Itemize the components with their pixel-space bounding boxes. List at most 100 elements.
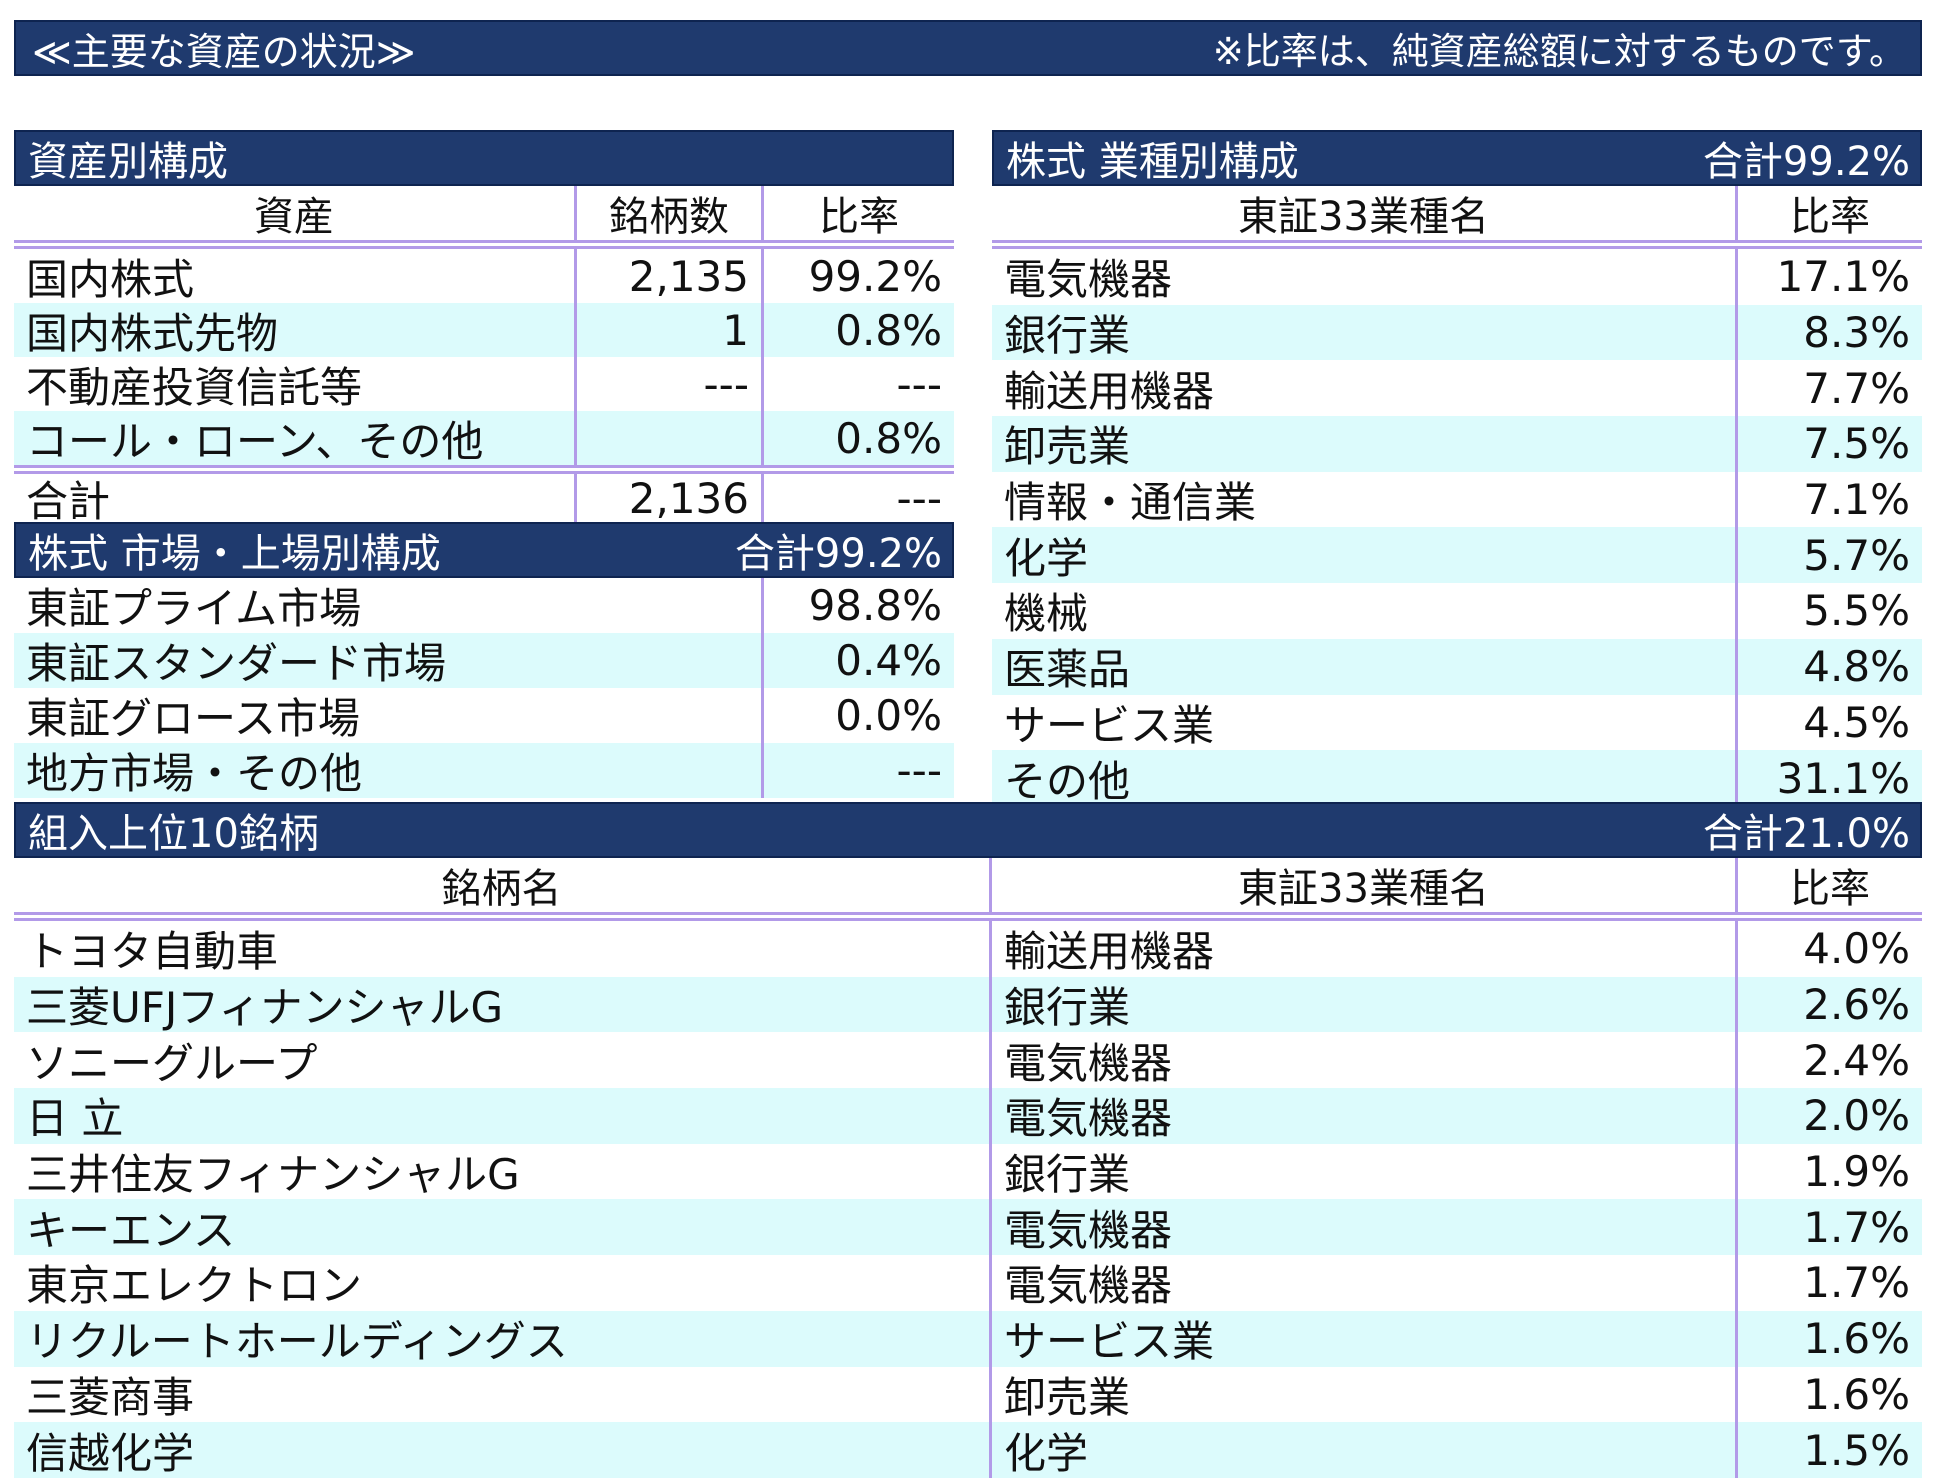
- market-ratio: 0.4%: [835, 636, 942, 685]
- holding-ratio: 2.4%: [1803, 1035, 1910, 1085]
- market-row: 東証プライム市場 98.8%: [14, 578, 954, 633]
- sector-name: 卸売業: [992, 416, 1738, 472]
- top10-total: 合計21.0%: [1702, 811, 1910, 857]
- sector-name: 輸送用機器: [992, 360, 1738, 417]
- market-composition-title: 株式 市場・上場別構成: [28, 531, 441, 577]
- total-divider: [14, 465, 954, 474]
- asset-composition-table: 資産別構成 資産 銘柄数 比率 国内株式 2,135 99.2% 国内株式先物 1 0.8…: [14, 130, 954, 522]
- market-name: 東証グロース市場: [14, 688, 764, 743]
- holding-row: 三井住友フィナンシャルG 銀行業 1.9%: [14, 1143, 1922, 1200]
- asset-total-row: 合計 2,136 ---: [14, 474, 954, 522]
- holding-row: リクルートホールディングス サービス業 1.6%: [14, 1310, 1922, 1367]
- market-composition-total: 合計99.2%: [734, 531, 942, 577]
- market-name: 東証プライム市場: [14, 578, 764, 633]
- sector-name: 電気機器: [992, 249, 1738, 305]
- holding-ratio: 2.0%: [1803, 1091, 1910, 1141]
- asset-row: 国内株式先物 1 0.8%: [14, 303, 954, 357]
- market-name: 地方市場・その他: [14, 743, 764, 798]
- holding-row: キーエンス 電気機器 1.7%: [14, 1199, 1922, 1256]
- sector-composition-table: 株式 業種別構成 合計99.2% 東証33業種名 比率 電気機器 17.1% 銀行業…: [992, 130, 1922, 806]
- asset-composition-header: 資産別構成: [14, 130, 954, 186]
- holding-sector: 銀行業: [992, 1143, 1738, 1200]
- asset-name: コール・ローン、その他: [14, 411, 577, 465]
- holding-sector: 電気機器: [992, 1199, 1738, 1256]
- holding-name: 日 立: [14, 1088, 992, 1144]
- sector-row: 銀行業 8.3%: [992, 304, 1922, 361]
- holding-ratio: 2.6%: [1803, 980, 1910, 1030]
- sector-composition-total: 合計99.2%: [1702, 139, 1910, 185]
- asset-name: 国内株式先物: [14, 303, 577, 357]
- holding-sector: 輸送用機器: [992, 921, 1738, 977]
- holding-sector: 卸売業: [992, 1366, 1738, 1423]
- holding-name: 三井住友フィナンシャルG: [14, 1143, 992, 1200]
- col-sector-ratio: 比率: [1790, 194, 1870, 240]
- holding-ratio: 1.6%: [1803, 1314, 1910, 1364]
- asset-column-headers: 資産 銘柄数 比率: [14, 186, 954, 240]
- asset-composition-title: 資産別構成: [28, 139, 228, 185]
- sector-ratio: 4.8%: [1803, 642, 1910, 692]
- holding-ratio: 1.7%: [1803, 1258, 1910, 1308]
- sector-composition-header: 株式 業種別構成 合計99.2%: [992, 130, 1922, 186]
- sector-row: 機械 5.5%: [992, 583, 1922, 639]
- holding-sector: サービス業: [992, 1310, 1738, 1367]
- top10-header: 組入上位10銘柄 合計21.0%: [14, 802, 1922, 858]
- market-composition-table: 株式 市場・上場別構成 合計99.2% 東証プライム市場 98.8% 東証スタンダー…: [14, 522, 954, 798]
- holding-row: 日 立電気機器 2.0%: [14, 1088, 1922, 1144]
- ratio-note: ※比率は、純資産総額に対するものです。: [1212, 30, 1906, 73]
- sector-ratio: 7.5%: [1803, 419, 1910, 469]
- asset-ratio: 0.8%: [835, 305, 942, 355]
- holding-name: ソニーグループ: [14, 1032, 992, 1089]
- asset-ratio: 0.8%: [835, 413, 942, 463]
- sector-row: サービス業 4.5%: [992, 694, 1922, 751]
- holding-name: 三菱商事: [14, 1366, 992, 1423]
- market-row: 東証スタンダード市場 0.4%: [14, 633, 954, 688]
- holding-row: 東京エレクトロン 電気機器 1.7%: [14, 1255, 1922, 1311]
- sector-row: 情報・通信業 7.1%: [992, 471, 1922, 528]
- col-name: 銘柄名: [14, 858, 992, 912]
- asset-count: [577, 411, 764, 465]
- market-ratio: 0.0%: [835, 691, 942, 740]
- asset-row: 不動産投資信託等 --- ---: [14, 357, 954, 411]
- holding-name: キーエンス: [14, 1199, 992, 1256]
- sector-name: 医薬品: [992, 638, 1738, 695]
- sector-row: 卸売業 7.5%: [992, 416, 1922, 472]
- total-ratio: ---: [896, 474, 942, 522]
- holding-row: ソニーグループ 電気機器 2.4%: [14, 1032, 1922, 1089]
- sector-name: 機械: [992, 583, 1738, 639]
- sector-ratio: 5.5%: [1803, 586, 1910, 636]
- sector-row: 医薬品 4.8%: [992, 638, 1922, 695]
- market-composition-header: 株式 市場・上場別構成 合計99.2%: [14, 522, 954, 578]
- holding-name: 東京エレクトロン: [14, 1255, 992, 1311]
- col-sector: 東証33業種名: [992, 186, 1738, 240]
- col-ratio: 比率: [819, 194, 899, 240]
- top10-column-headers: 銘柄名 東証33業種名 比率: [14, 858, 1922, 912]
- market-ratio: 98.8%: [808, 581, 942, 630]
- market-ratio: ---: [896, 746, 942, 795]
- sector-name: 情報・通信業: [992, 471, 1738, 528]
- sector-name: 化学: [992, 527, 1738, 584]
- sector-column-headers: 東証33業種名 比率: [992, 186, 1922, 240]
- holding-sector: 銀行業: [992, 976, 1738, 1033]
- holding-ratio: 4.0%: [1803, 924, 1910, 974]
- header-divider: [14, 240, 954, 249]
- sector-composition-title: 株式 業種別構成: [1006, 139, 1299, 185]
- sector-row: 化学 5.7%: [992, 527, 1922, 584]
- total-label: 合計: [14, 474, 577, 522]
- col-count: 銘柄数: [577, 186, 764, 240]
- holding-row: 信越化学 化学 1.5%: [14, 1422, 1922, 1478]
- sector-row: 輸送用機器 7.7%: [992, 360, 1922, 417]
- asset-count: 1: [577, 303, 764, 357]
- holding-ratio: 1.6%: [1803, 1369, 1910, 1419]
- col-top10-ratio: 比率: [1790, 866, 1870, 912]
- asset-name: 国内株式: [14, 249, 577, 303]
- market-name: 東証スタンダード市場: [14, 633, 764, 688]
- holding-row: 三菱商事 卸売業 1.6%: [14, 1366, 1922, 1423]
- total-count: 2,136: [577, 474, 764, 522]
- holding-sector: 化学: [992, 1422, 1738, 1478]
- top10-table: 組入上位10銘柄 合計21.0% 銘柄名 東証33業種名 比率 トヨタ自動車 輸送…: [14, 802, 1922, 1478]
- holding-name: 信越化学: [14, 1422, 992, 1478]
- page-banner: ≪主要な資産の状況≫ ※比率は、純資産総額に対するものです。: [14, 20, 1922, 76]
- holding-row: トヨタ自動車 輸送用機器 4.0%: [14, 921, 1922, 977]
- holding-sector: 電気機器: [992, 1032, 1738, 1089]
- col-asset: 資産: [14, 186, 577, 240]
